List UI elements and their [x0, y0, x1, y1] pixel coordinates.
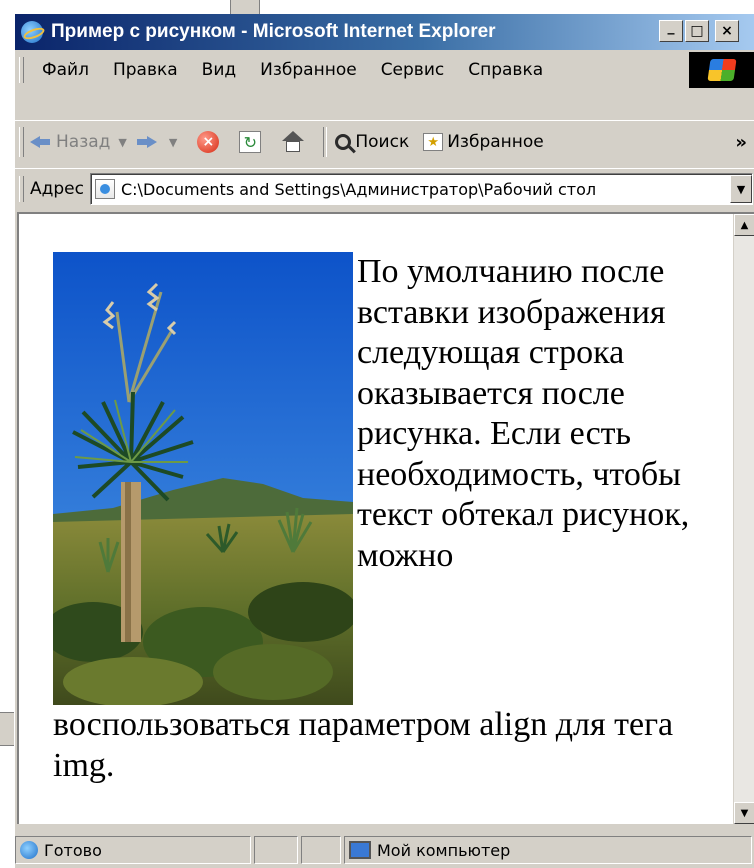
status-text: Готово: [44, 840, 102, 860]
page-icon: [94, 179, 115, 199]
stop-icon[interactable]: ×: [197, 131, 220, 153]
forward-arrow-icon: [136, 135, 157, 149]
windows-logo-icon: [689, 52, 754, 88]
desert-yucca-photo: [53, 252, 353, 705]
address-value[interactable]: C:\Documents and Settings\Администратор\…: [121, 180, 730, 199]
favorites-icon: ★: [423, 133, 444, 151]
status-pane-main: Готово: [15, 836, 251, 864]
toolbar-overflow-icon[interactable]: »: [735, 132, 747, 153]
menu-bar: Файл Правка Вид Избранное Сервис Справка: [15, 52, 754, 88]
vertical-scrollbar[interactable]: ▲ ▼: [733, 214, 754, 824]
zone-label: Мой компьютер: [377, 840, 511, 860]
favorites-label: Избранное: [447, 132, 544, 152]
address-label: Адрес: [30, 179, 84, 199]
window-title: Пример с рисунком - Microsoft Internet E…: [51, 21, 496, 42]
maximize-icon: □: [690, 23, 704, 39]
status-pane-progress: [254, 836, 298, 864]
favorites-button[interactable]: ★ Избранное: [409, 132, 544, 152]
menu-edit[interactable]: Правка: [113, 60, 178, 80]
menu-tools[interactable]: Сервис: [381, 60, 445, 80]
forward-button[interactable]: [136, 135, 161, 149]
back-button[interactable]: Назад: [30, 132, 110, 152]
refresh-icon[interactable]: ↻: [239, 131, 262, 153]
scroll-up-icon[interactable]: ▲: [734, 214, 754, 236]
status-bar: Готово Мой компьютер: [15, 832, 754, 868]
home-icon[interactable]: [281, 131, 305, 153]
address-input[interactable]: C:\Documents and Settings\Администратор\…: [89, 173, 753, 205]
minimize-icon: _: [667, 19, 675, 35]
computer-icon: [349, 841, 371, 859]
menu-help[interactable]: Справка: [468, 60, 543, 80]
ie-icon[interactable]: [21, 21, 43, 43]
address-dropdown-icon[interactable]: ▼: [730, 175, 752, 203]
article-text-after: воспользоваться параметром align для тег…: [53, 706, 674, 784]
back-dropdown-icon[interactable]: ▼: [118, 136, 126, 149]
article-text-wrapped: По умолчанию после вставки изображения с…: [357, 253, 690, 574]
toolbar-grip[interactable]: [19, 127, 24, 157]
minimize-button[interactable]: _: [659, 20, 683, 42]
status-pane-secure: [301, 836, 341, 864]
menu-file[interactable]: Файл: [42, 60, 89, 80]
page-content[interactable]: По умолчанию после вставки изображения с…: [17, 212, 754, 824]
article: По умолчанию после вставки изображения с…: [53, 252, 713, 786]
search-icon: [335, 134, 352, 150]
title-bar[interactable]: Пример с рисунком - Microsoft Internet E…: [15, 14, 754, 50]
close-button[interactable]: ×: [715, 20, 739, 42]
menu-view[interactable]: Вид: [202, 60, 236, 80]
status-pane-zone: Мой компьютер: [344, 836, 752, 864]
scroll-down-icon[interactable]: ▼: [734, 802, 754, 824]
background-window-edge: [230, 0, 260, 14]
maximize-button[interactable]: □: [685, 20, 709, 42]
background-window-edge-left: [0, 712, 14, 746]
toolbar-grip[interactable]: [19, 57, 24, 83]
back-label: Назад: [56, 132, 111, 152]
search-button[interactable]: Поиск: [335, 132, 409, 152]
address-bar: Адрес C:\Documents and Settings\Админист…: [15, 168, 754, 209]
background-top: [0, 0, 754, 14]
close-icon: ×: [721, 23, 733, 39]
search-label: Поиск: [355, 132, 410, 152]
back-arrow-icon: [30, 135, 50, 149]
toolbar-separator: [323, 127, 328, 157]
forward-dropdown-icon[interactable]: ▼: [169, 136, 177, 149]
standard-toolbar: Назад ▼ ▼ × ↻ Поиск ★ Избранное »: [15, 120, 754, 163]
toolbar-grip[interactable]: [19, 176, 24, 202]
menu-favorites[interactable]: Избранное: [260, 60, 357, 80]
browser-window: Пример с рисунком - Microsoft Internet E…: [14, 14, 754, 868]
page-status-icon: [20, 841, 38, 859]
